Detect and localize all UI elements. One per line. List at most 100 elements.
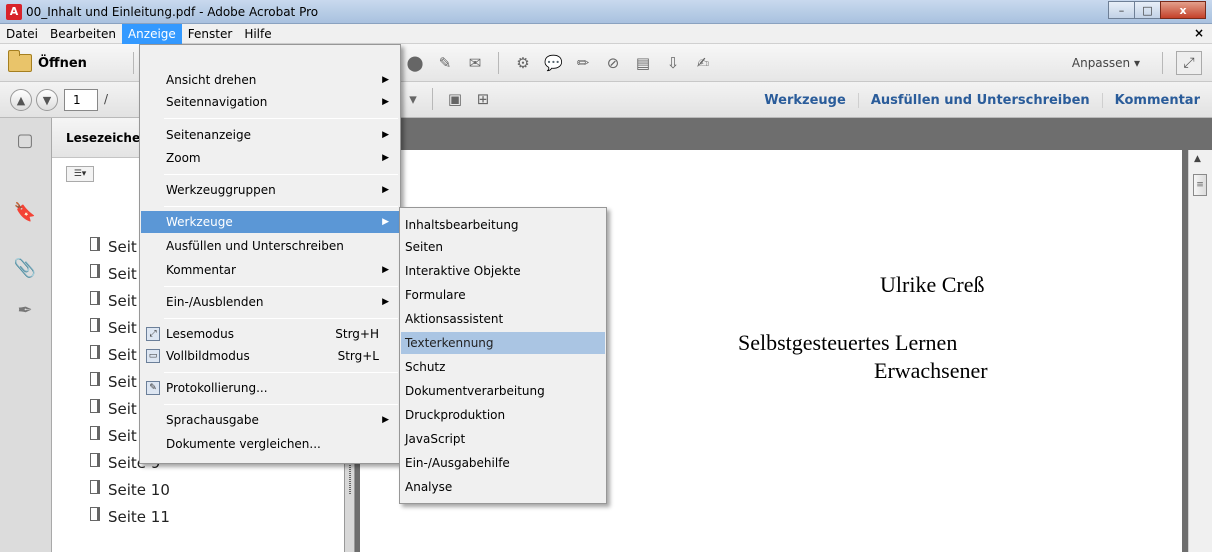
submenu-item-schutz[interactable]: Schutz: [401, 356, 605, 378]
menu-item-label: Seitenanzeige: [166, 128, 252, 142]
toolbar-separator: [498, 52, 499, 74]
menu-item-label: Werkzeuge: [166, 215, 233, 229]
menu-datei[interactable]: Datei: [0, 24, 44, 44]
submenu-arrow-icon: ▶: [382, 217, 389, 227]
highlight-icon[interactable]: ✏: [574, 55, 592, 71]
menu-item-label: Sprachausgabe: [166, 413, 259, 427]
open-label: Öffnen: [38, 55, 87, 71]
bookmark-label: Seit: [108, 237, 137, 256]
edit-icon[interactable]: ✎: [436, 55, 454, 71]
page-thumbnails-icon[interactable]: ▢: [12, 128, 38, 154]
menu-item-ein-ausblenden[interactable]: Ein-/Ausblenden ▶: [141, 291, 399, 313]
menu-item-lesemodus[interactable]: ⤢ Lesemodus Strg+H: [141, 323, 399, 345]
open-button[interactable]: Öffnen: [8, 49, 87, 77]
menu-item-label: Dokumente vergleichen...: [166, 437, 321, 451]
bookmark-icon: [90, 371, 100, 386]
zoom-dropdown-icon[interactable]: ▾: [404, 91, 422, 107]
menu-item-label: Vollbildmodus: [166, 349, 250, 363]
bookmark-label: Seite 11: [108, 507, 170, 526]
delete-page-icon[interactable]: ⊘: [604, 55, 622, 71]
menu-item-seitenanzeige[interactable]: Seitenanzeige ▶: [141, 124, 399, 146]
menu-shortcut: Strg+L: [337, 349, 379, 363]
menu-separator: [164, 318, 398, 319]
settings-icon[interactable]: ⚙: [514, 55, 532, 71]
fit-page-icon[interactable]: ▣: [446, 91, 464, 107]
vertical-scrollbar[interactable]: ▲ ≡: [1188, 150, 1212, 552]
bookmark-label: Seit: [108, 291, 137, 310]
menu-item-werkzeuge[interactable]: Werkzeuge ▶: [141, 211, 399, 233]
close-document-button[interactable]: ×: [1194, 26, 1204, 40]
menu-item-seitennavigation[interactable]: Seitennavigation ▶: [141, 91, 399, 113]
fit-width-icon[interactable]: ⊞: [474, 91, 492, 107]
bookmarks-icon[interactable]: 🔖: [12, 200, 38, 226]
werkzeuge-link[interactable]: Werkzeuge: [752, 93, 858, 108]
submenu-arrow-icon: ▶: [382, 265, 389, 275]
submenu-arrow-icon: ▶: [382, 153, 389, 163]
menu-item-zoom[interactable]: Zoom ▶: [141, 147, 399, 169]
menu-item-label: Ausfüllen und Unterschreiben: [166, 239, 344, 253]
menu-item-kommentar[interactable]: Kommentar ▶: [141, 259, 399, 281]
submenu-item-aktionsassistent[interactable]: Aktionsassistent: [401, 308, 605, 330]
comment-icon[interactable]: 💬: [544, 55, 563, 71]
submenu-item-interaktive-objekte[interactable]: Interaktive Objekte: [401, 260, 605, 282]
menu-shortcut: Strg+H: [335, 327, 379, 341]
next-page-icon[interactable]: ▼: [36, 89, 58, 111]
bookmark-label: Seit: [108, 372, 137, 391]
signatures-icon[interactable]: ✒: [12, 298, 38, 324]
scroll-up-icon[interactable]: ▲: [1194, 154, 1201, 164]
bookmark-icon: [90, 263, 100, 278]
menu-item-ausfuellen[interactable]: Ausfüllen und Unterschreiben: [141, 235, 399, 257]
ausfuellen-link[interactable]: Ausfüllen und Unterschreiben: [857, 92, 1102, 108]
toolbar-separator: [1162, 52, 1163, 74]
submenu-item-dokumentverarbeitung[interactable]: Dokumentverarbeitung: [401, 380, 605, 402]
anpassen-label: Anpassen: [1071, 56, 1131, 70]
export-icon[interactable]: ⇩: [664, 55, 682, 71]
menu-fenster[interactable]: Fenster: [182, 24, 239, 44]
anzeige-menu: Ansicht drehen ▶ Seitennavigation ▶ Seiten…: [139, 44, 401, 464]
menu-item-sprachausgabe[interactable]: Sprachausgabe ▶: [141, 409, 399, 431]
email-icon[interactable]: ✉: [466, 55, 484, 71]
menu-anzeige[interactable]: Anzeige: [121, 23, 182, 44]
submenu-arrow-icon: ▶: [382, 297, 389, 307]
bookmark-icon: [90, 317, 100, 332]
kommentar-link[interactable]: Kommentar: [1101, 92, 1212, 108]
menu-separator: [164, 206, 398, 207]
close-window-button[interactable]: x: [1160, 1, 1206, 19]
menu-item-protokollierung[interactable]: ✎ Protokollierung...: [141, 377, 399, 399]
acrobat-app-icon: A: [6, 4, 22, 20]
bookmark-label: Seit: [108, 399, 137, 418]
maximize-button[interactable]: □: [1134, 1, 1161, 19]
submenu-item-texterkennung[interactable]: Texterkennung: [401, 332, 605, 354]
menu-item-label: Zoom: [166, 151, 201, 165]
submenu-item-druckproduktion[interactable]: Druckproduktion: [401, 404, 605, 426]
expand-icon[interactable]: ⤢: [1176, 51, 1202, 75]
submenu-item-javascript[interactable]: JavaScript: [401, 428, 605, 450]
anpassen-dropdown[interactable]: Anpassen ▾: [1072, 56, 1140, 70]
minimize-button[interactable]: –: [1108, 1, 1135, 19]
submenu-arrow-icon: ▶: [382, 130, 389, 140]
document-icon[interactable]: ▤: [634, 55, 652, 71]
attachments-icon[interactable]: 📎: [12, 256, 38, 282]
bookmark-label: Seit: [108, 264, 137, 283]
sign-icon[interactable]: ✍: [694, 55, 712, 71]
menu-bearbeiten[interactable]: Bearbeiten: [44, 24, 122, 44]
submenu-arrow-icon: ▶: [382, 185, 389, 195]
menu-item-werkzeuggruppen[interactable]: Werkzeuggruppen ▶: [141, 179, 399, 201]
menu-item-vollbildmodus[interactable]: ▭ Vollbildmodus Strg+L: [141, 345, 399, 367]
submenu-item-analyse[interactable]: Analyse: [401, 476, 605, 498]
previous-page-icon[interactable]: ▲: [10, 89, 32, 111]
task-pane-links: Werkzeuge Ausfüllen und Unterschreiben K…: [752, 82, 1212, 118]
submenu-item-inhaltsbearbeitung[interactable]: Inhaltsbearbeitung: [401, 214, 605, 236]
menu-item-dokumente-vergleichen[interactable]: Dokumente vergleichen...: [141, 433, 399, 455]
submenu-item-seiten[interactable]: Seiten: [401, 236, 605, 258]
share-icon[interactable]: ⬤: [406, 55, 424, 71]
submenu-item-formulare[interactable]: Formulare: [401, 284, 605, 306]
page-number-input[interactable]: 1: [64, 89, 98, 111]
scroll-thumb[interactable]: ≡: [1193, 174, 1207, 196]
menu-item-ansicht-drehen[interactable]: Ansicht drehen ▶: [141, 69, 399, 91]
menu-hilfe[interactable]: Hilfe: [238, 24, 277, 44]
submenu-item-ein-ausgabehilfe[interactable]: Ein-/Ausgabehilfe: [401, 452, 605, 474]
panel-options-icon[interactable]: ☰▾: [66, 166, 94, 182]
list-item[interactable]: Seite 11: [90, 503, 170, 530]
list-item[interactable]: Seite 10: [90, 476, 170, 503]
